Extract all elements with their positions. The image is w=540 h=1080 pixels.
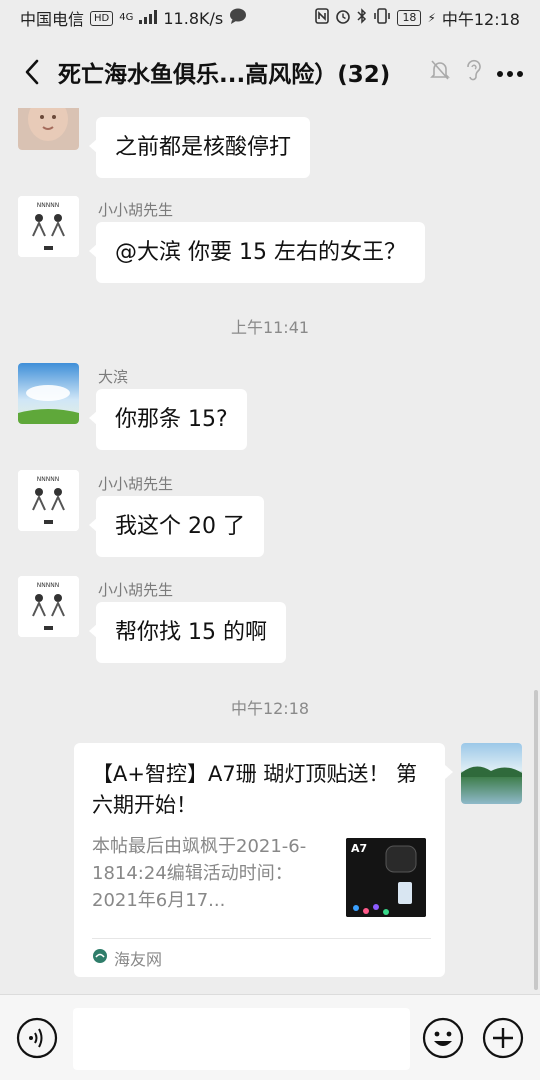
status-time: 中午12:18 <box>441 10 520 29</box>
svg-text:NNNNN: NNNNN <box>37 582 59 589</box>
message-timestamp: 中午12:18 <box>230 699 310 718</box>
link-card-thumbnail: A7 <box>346 838 426 917</box>
nfc-icon <box>315 8 330 28</box>
chat-title[interactable]: 死亡海水鱼俱乐...高风险）(32) <box>58 55 430 89</box>
hd-badge: HD <box>90 10 114 26</box>
message-bubble[interactable]: 帮你找 15 的啊 <box>89 602 286 663</box>
link-card-source: 海友网 <box>92 946 162 970</box>
my-avatar[interactable] <box>461 743 522 804</box>
link-card-description: 本帖最后由飒枫于2021-6-1814:24编辑活动时间：2021年6月17..… <box>92 836 307 911</box>
link-card-title: 【A+智控】A7珊 瑚灯顶贴送！ 第六期开始！ <box>92 762 418 817</box>
vibrate-icon <box>373 8 391 28</box>
alarm-icon <box>335 8 351 28</box>
input-bar <box>0 994 540 1080</box>
sender-name: 小小胡先生 <box>98 201 174 219</box>
back-arrow-icon <box>25 59 39 85</box>
speed-label: 11.8K/s <box>163 8 224 28</box>
chat-message-list[interactable]: 之前都是核酸停打 NNNNN 小小胡先生 @大滨 你要 15 左右的女王？ 上午… <box>0 108 540 994</box>
sender-name: 小小胡先生 <box>98 581 174 599</box>
carrier-label: 中国电信 <box>20 10 85 29</box>
avatar[interactable]: NNNNN <box>18 576 79 637</box>
message-bubble[interactable]: @大滨 你要 15 左右的女王？ <box>89 222 425 283</box>
message-notify-icon <box>229 8 247 28</box>
battery-indicator: 18 <box>397 10 422 26</box>
avatar[interactable] <box>18 108 79 150</box>
message-input[interactable] <box>73 1008 410 1070</box>
back-button[interactable] <box>14 52 50 92</box>
message-bubble[interactable]: 我这个 20 了 <box>89 496 264 557</box>
network-label: 4G <box>119 12 134 23</box>
message-bubble[interactable]: 之前都是核酸停打 <box>88 117 311 178</box>
mute-bell-icon[interactable] <box>430 59 450 85</box>
earpiece-icon[interactable] <box>464 59 482 85</box>
emoji-icon <box>422 1017 464 1059</box>
status-bar: 中国电信 HD 4G 11.8K/s 18 ⚡ 中午12:18 <box>0 0 540 36</box>
sender-name: 大滨 <box>98 368 129 386</box>
chat-scrollbar[interactable] <box>534 690 538 990</box>
thumb-label: A7 <box>351 842 367 855</box>
chat-header: 死亡海水鱼俱乐...高风险）(32) <box>0 36 540 108</box>
bluetooth-icon <box>357 8 367 28</box>
voice-input-button[interactable] <box>16 1017 58 1059</box>
avatar[interactable]: NNNNN <box>18 196 79 257</box>
network-icon: 4G <box>119 13 133 23</box>
link-card-divider <box>92 938 431 939</box>
message-timestamp: 上午11:41 <box>230 318 310 337</box>
avatar[interactable]: NNNNN <box>18 470 79 531</box>
svg-text:NNNNN: NNNNN <box>37 202 59 209</box>
voice-icon <box>16 1017 58 1059</box>
source-logo-icon <box>92 948 108 968</box>
signal-icon <box>139 9 158 28</box>
link-card[interactable]: 【A+智控】A7珊 瑚灯顶贴送！ 第六期开始！ 本帖最后由飒枫于2021-6-1… <box>74 743 453 977</box>
avatar[interactable] <box>18 363 79 424</box>
plus-icon <box>482 1017 524 1059</box>
emoji-button[interactable] <box>422 1017 464 1059</box>
charging-icon: ⚡ <box>427 11 436 25</box>
source-name: 海友网 <box>114 950 163 969</box>
message-bubble[interactable]: 你那条 15? <box>89 389 247 450</box>
svg-text:NNNNN: NNNNN <box>37 476 59 483</box>
more-options-icon[interactable] <box>496 63 524 82</box>
sender-name: 小小胡先生 <box>98 475 174 493</box>
more-functions-button[interactable] <box>482 1017 524 1059</box>
